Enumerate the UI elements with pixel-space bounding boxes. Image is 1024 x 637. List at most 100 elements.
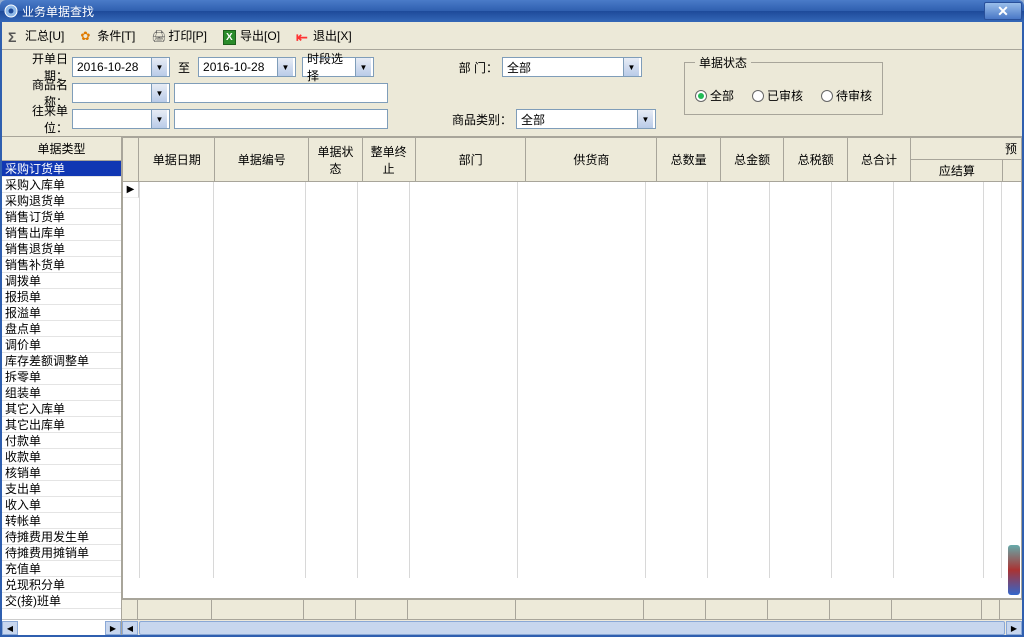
sidebar-item[interactable]: 组装单 bbox=[2, 385, 121, 401]
radio-icon bbox=[821, 90, 833, 102]
dropdown-icon[interactable] bbox=[151, 58, 167, 76]
radio-icon bbox=[695, 90, 707, 102]
status-pending-radio[interactable]: 待审核 bbox=[821, 87, 872, 104]
sidebar-item[interactable]: 报损单 bbox=[2, 289, 121, 305]
col-header[interactable]: 总金额 bbox=[720, 138, 783, 182]
scroll-right-icon[interactable] bbox=[105, 621, 121, 635]
sidebar-item[interactable]: 调拨单 bbox=[2, 273, 121, 289]
category-label: 商品类别： bbox=[432, 111, 512, 128]
sidebar-item[interactable]: 销售补货单 bbox=[2, 257, 121, 273]
product-name-input[interactable] bbox=[174, 83, 388, 103]
row-marker-icon: ▶ bbox=[123, 182, 139, 198]
vendor-select[interactable] bbox=[72, 109, 170, 129]
sidebar-list[interactable]: 采购订货单采购入库单采购退货单销售订货单销售出库单销售退货单销售补货单调拨单报损… bbox=[2, 161, 121, 619]
col-header[interactable]: 应结算 bbox=[911, 160, 1003, 182]
dropdown-icon[interactable] bbox=[355, 58, 371, 76]
dropdown-icon[interactable] bbox=[277, 58, 293, 76]
print-label: 打印[P] bbox=[168, 27, 207, 44]
period-select[interactable]: 时段选择 bbox=[302, 57, 374, 77]
close-button[interactable]: ✕ bbox=[984, 2, 1022, 20]
sidebar-item[interactable]: 收入单 bbox=[2, 497, 121, 513]
vendor-name-input[interactable] bbox=[174, 109, 388, 129]
sidebar-item[interactable]: 盘点单 bbox=[2, 321, 121, 337]
col-header[interactable]: 供货商 bbox=[526, 138, 657, 182]
col-header[interactable]: 预 bbox=[911, 138, 1022, 160]
sidebar-item[interactable]: 其它出库单 bbox=[2, 417, 121, 433]
sidebar-item[interactable]: 支出单 bbox=[2, 481, 121, 497]
status-all-radio[interactable]: 全部 bbox=[695, 87, 734, 104]
resize-grip[interactable] bbox=[1008, 545, 1020, 595]
exit-label: 退出[X] bbox=[313, 27, 352, 44]
date-from-input[interactable]: 2016-10-28 bbox=[72, 57, 170, 77]
sigma-icon bbox=[8, 29, 22, 43]
col-header[interactable]: 单据日期 bbox=[139, 138, 215, 182]
sidebar-item[interactable]: 销售订货单 bbox=[2, 209, 121, 225]
grid-footer bbox=[122, 599, 1022, 619]
export-label: 导出[O] bbox=[240, 27, 280, 44]
grid-body[interactable]: ▶ bbox=[122, 182, 1022, 599]
grid-header: 单据日期单据编号单据状态整单终止部门供货商总数量总金额总税额总合计预 应结算 bbox=[122, 137, 1022, 182]
status-approved-radio[interactable]: 已审核 bbox=[752, 87, 803, 104]
product-select[interactable] bbox=[72, 83, 170, 103]
summary-button[interactable]: 汇总[U] bbox=[8, 27, 64, 44]
col-header[interactable]: 单据状态 bbox=[309, 138, 362, 182]
sidebar-item[interactable]: 充值单 bbox=[2, 561, 121, 577]
dept-select[interactable]: 全部 bbox=[502, 57, 642, 77]
sidebar-item[interactable]: 待摊费用摊销单 bbox=[2, 545, 121, 561]
sidebar-item[interactable]: 收款单 bbox=[2, 449, 121, 465]
col-header[interactable]: 部门 bbox=[415, 138, 526, 182]
title-bar: 业务单据查找 ✕ bbox=[0, 0, 1024, 22]
scroll-thumb[interactable] bbox=[139, 621, 1005, 635]
dropdown-icon[interactable] bbox=[151, 84, 167, 102]
dropdown-icon[interactable] bbox=[637, 110, 653, 128]
sidebar-item[interactable]: 转帐单 bbox=[2, 513, 121, 529]
exit-button[interactable]: 退出[X] bbox=[296, 27, 352, 44]
scroll-right-icon[interactable] bbox=[1006, 621, 1022, 635]
sidebar-item[interactable]: 兑现积分单 bbox=[2, 577, 121, 593]
scroll-left-icon[interactable] bbox=[122, 621, 138, 635]
vendor-label: 往来单位： bbox=[10, 102, 68, 136]
category-select[interactable]: 全部 bbox=[516, 109, 656, 129]
sidebar-item[interactable]: 待摊费用发生单 bbox=[2, 529, 121, 545]
exit-icon bbox=[296, 29, 310, 43]
sidebar-hscroll[interactable] bbox=[2, 619, 121, 635]
dept-label: 部 门： bbox=[418, 59, 498, 76]
sidebar-item[interactable]: 付款单 bbox=[2, 433, 121, 449]
sidebar-item[interactable]: 交(接)班单 bbox=[2, 593, 121, 609]
printer-icon bbox=[151, 29, 165, 43]
sidebar-item[interactable]: 销售退货单 bbox=[2, 241, 121, 257]
doc-type-sidebar: 单据类型 采购订货单采购入库单采购退货单销售订货单销售出库单销售退货单销售补货单… bbox=[2, 137, 122, 635]
window-title: 业务单据查找 bbox=[22, 3, 984, 20]
summary-label: 汇总[U] bbox=[25, 27, 64, 44]
date-to-input[interactable]: 2016-10-28 bbox=[198, 57, 296, 77]
sidebar-header: 单据类型 bbox=[2, 137, 121, 161]
col-header[interactable]: 整单终止 bbox=[362, 138, 415, 182]
dropdown-icon[interactable] bbox=[623, 58, 639, 76]
toolbar: 汇总[U] 条件[T] 打印[P] 导出[O] 退出[X] bbox=[2, 22, 1022, 50]
col-header[interactable]: 总合计 bbox=[847, 138, 910, 182]
grid-hscroll[interactable] bbox=[122, 619, 1022, 635]
sidebar-item[interactable]: 调价单 bbox=[2, 337, 121, 353]
sidebar-item[interactable]: 报溢单 bbox=[2, 305, 121, 321]
sidebar-item[interactable]: 核销单 bbox=[2, 465, 121, 481]
sidebar-item[interactable]: 销售出库单 bbox=[2, 225, 121, 241]
condition-icon bbox=[80, 29, 94, 43]
excel-icon bbox=[223, 29, 237, 43]
sidebar-item[interactable]: 采购入库单 bbox=[2, 177, 121, 193]
status-legend: 单据状态 bbox=[695, 54, 751, 71]
sidebar-item[interactable]: 拆零单 bbox=[2, 369, 121, 385]
print-button[interactable]: 打印[P] bbox=[151, 27, 207, 44]
sidebar-item[interactable]: 采购退货单 bbox=[2, 193, 121, 209]
sidebar-item[interactable]: 采购订货单 bbox=[2, 161, 121, 177]
col-header[interactable]: 总税额 bbox=[784, 138, 847, 182]
radio-icon bbox=[752, 90, 764, 102]
sidebar-item[interactable]: 其它入库单 bbox=[2, 401, 121, 417]
col-header[interactable]: 单据编号 bbox=[215, 138, 309, 182]
scroll-left-icon[interactable] bbox=[2, 621, 18, 635]
dropdown-icon[interactable] bbox=[151, 110, 167, 128]
filter-panel: 开单日期： 2016-10-28 至 2016-10-28 时段选择 部 门： … bbox=[2, 50, 1022, 137]
col-header[interactable]: 总数量 bbox=[657, 138, 720, 182]
sidebar-item[interactable]: 库存差额调整单 bbox=[2, 353, 121, 369]
condition-button[interactable]: 条件[T] bbox=[80, 27, 135, 44]
export-button[interactable]: 导出[O] bbox=[223, 27, 280, 44]
